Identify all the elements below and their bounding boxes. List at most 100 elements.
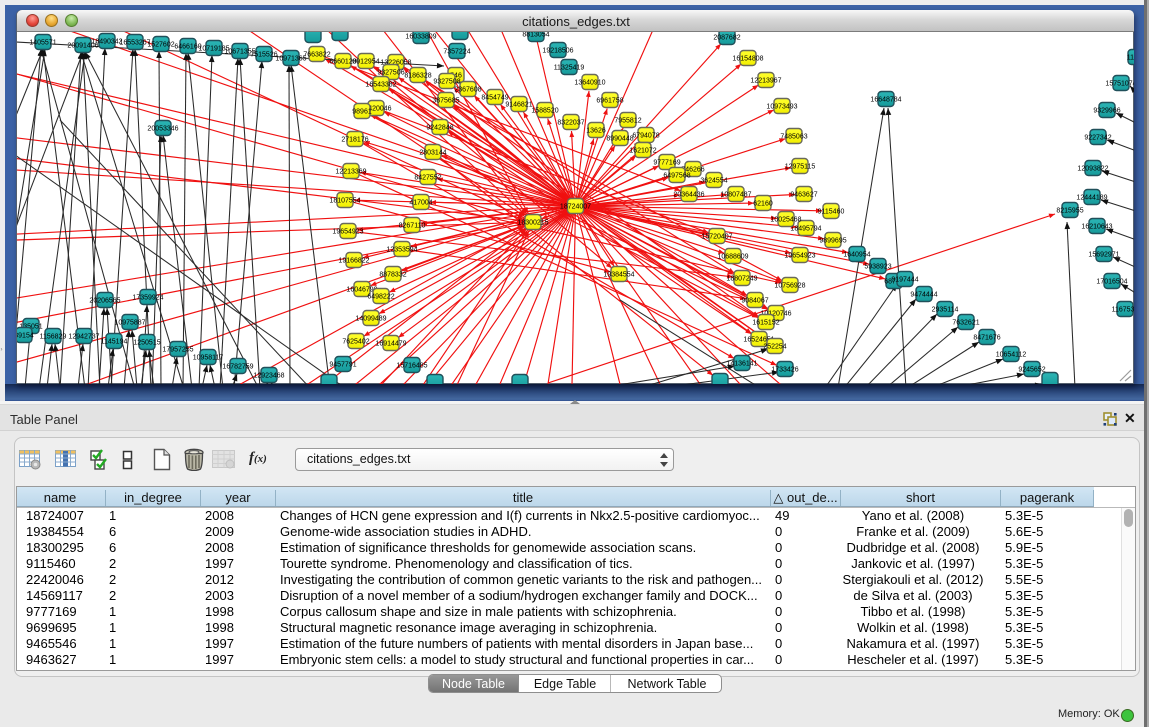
svg-text:1733426: 1733426 <box>771 366 798 373</box>
svg-text:5938923: 5938923 <box>864 263 891 270</box>
svg-text:9115460: 9115460 <box>818 208 845 215</box>
svg-text:19166822: 19166822 <box>338 257 369 264</box>
svg-text:6498222: 6498222 <box>367 293 394 300</box>
svg-text:18807249: 18807249 <box>726 275 757 282</box>
svg-text:1250515: 1250515 <box>133 339 160 346</box>
svg-text:15692971: 15692971 <box>1088 251 1119 258</box>
svg-text:1621072: 1621072 <box>629 147 656 154</box>
svg-text:10756928: 10756928 <box>774 282 805 289</box>
svg-text:1405571: 1405571 <box>29 39 56 46</box>
svg-text:9146821: 9146821 <box>505 101 532 108</box>
svg-text:7663822: 7663822 <box>303 51 330 58</box>
svg-text:16648784: 16648784 <box>870 96 901 103</box>
svg-text:2935114: 2935114 <box>932 306 959 313</box>
svg-text:8186328: 8186328 <box>404 72 431 79</box>
svg-text:62160: 62160 <box>753 200 773 207</box>
svg-text:1640954: 1640954 <box>843 251 870 258</box>
svg-text:8990448: 8990448 <box>606 135 633 142</box>
svg-text:17016504: 17016504 <box>1096 278 1127 285</box>
svg-text:12353594: 12353594 <box>386 246 417 253</box>
svg-text:8813054: 8813054 <box>522 32 549 38</box>
svg-text:9245652: 9245652 <box>1018 366 1045 373</box>
svg-text:16553267: 16553267 <box>119 39 150 46</box>
svg-text:8267110: 8267110 <box>399 222 426 229</box>
svg-text:7955812: 7955812 <box>614 117 641 124</box>
svg-text:10971365: 10971365 <box>275 55 306 62</box>
svg-text:252254: 252254 <box>763 343 786 350</box>
svg-text:19218506: 19218506 <box>542 47 573 54</box>
svg-text:15720407: 15720407 <box>701 233 732 240</box>
svg-text:1588520: 1588520 <box>531 107 558 114</box>
svg-text:39154: 39154 <box>17 332 34 339</box>
svg-text:7515526: 7515526 <box>250 51 277 58</box>
svg-text:9227342: 9227342 <box>1084 134 1111 141</box>
svg-text:9329966: 9329966 <box>1093 107 1120 114</box>
svg-text:14099489: 14099489 <box>355 315 386 322</box>
svg-text:12213369: 12213369 <box>335 168 366 175</box>
svg-text:19654923: 19654923 <box>332 228 363 235</box>
svg-text:13640910: 13640910 <box>574 79 605 86</box>
svg-text:9242848: 9242848 <box>426 124 453 131</box>
svg-text:9197444: 9197444 <box>891 276 918 283</box>
svg-text:1156829: 1156829 <box>40 333 67 340</box>
svg-text:9327508: 9327508 <box>433 78 460 85</box>
svg-text:6497568: 6497568 <box>663 172 690 179</box>
svg-text:9463627: 9463627 <box>790 191 817 198</box>
svg-text:12942737: 12942737 <box>68 333 99 340</box>
svg-text:6961758: 6961758 <box>596 97 623 104</box>
svg-text:13626: 13626 <box>586 127 606 134</box>
svg-text:18724007: 18724007 <box>560 203 591 210</box>
svg-text:9899695: 9899695 <box>819 237 846 244</box>
svg-text:8912954: 8912954 <box>352 58 379 65</box>
svg-text:10958117: 10958117 <box>193 354 224 361</box>
svg-text:12975115: 12975115 <box>785 163 816 170</box>
svg-text:14136141: 14136141 <box>726 360 757 367</box>
svg-text:98961: 98961 <box>352 108 372 115</box>
svg-text:417004: 417004 <box>409 199 432 206</box>
svg-text:19654923: 19654923 <box>784 252 815 259</box>
svg-text:2803144: 2803144 <box>419 149 446 156</box>
svg-text:1527602: 1527602 <box>147 41 174 48</box>
svg-text:19384554: 19384554 <box>603 271 634 278</box>
svg-text:9457791: 9457791 <box>329 361 356 368</box>
svg-text:18490342: 18490342 <box>91 38 122 45</box>
svg-text:11123: 11123 <box>1127 54 1134 61</box>
svg-text:7485063: 7485063 <box>780 133 807 140</box>
svg-text:8427552: 8427552 <box>414 174 441 181</box>
svg-text:17359924: 17359924 <box>132 294 163 301</box>
svg-text:16914479: 16914479 <box>375 340 406 347</box>
svg-text:3624554: 3624554 <box>700 177 727 184</box>
svg-text:12213967: 12213967 <box>750 77 781 84</box>
svg-text:18300215: 18300215 <box>517 219 548 226</box>
svg-text:16210643: 16210643 <box>1081 223 1112 230</box>
svg-text:10807487: 10807487 <box>720 191 751 198</box>
svg-text:9084067: 9084067 <box>741 297 768 304</box>
svg-text:10973493: 10973493 <box>766 103 797 110</box>
svg-text:3875685: 3875685 <box>432 97 459 104</box>
svg-text:2367608: 2367608 <box>454 86 481 93</box>
svg-text:15751074: 15751074 <box>1105 80 1134 87</box>
svg-text:16033809: 16033809 <box>405 33 436 40</box>
svg-text:17957255: 17957255 <box>162 346 193 353</box>
svg-text:10975887: 10975887 <box>114 319 145 326</box>
svg-text:8471676: 8471676 <box>973 334 1000 341</box>
svg-text:7357224: 7357224 <box>443 48 470 55</box>
svg-text:1615152: 1615152 <box>752 319 779 326</box>
svg-text:7625402: 7625402 <box>342 338 369 345</box>
svg-text:11325419: 11325419 <box>554 64 585 71</box>
svg-text:2087682: 2087682 <box>713 34 740 41</box>
svg-text:9327506: 9327506 <box>377 69 404 76</box>
svg-text:8215955: 8215955 <box>1056 207 1083 214</box>
svg-text:18107554: 18107554 <box>329 197 360 204</box>
svg-text:18495794: 18495794 <box>790 225 821 232</box>
svg-text:12093822: 12093822 <box>1077 165 1108 172</box>
svg-text:20364436: 20364436 <box>673 191 704 198</box>
svg-text:8454749: 8454749 <box>481 94 508 101</box>
svg-text:20053346: 20053346 <box>147 125 178 132</box>
svg-text:9474444: 9474444 <box>910 291 937 298</box>
svg-text:6794078: 6794078 <box>632 132 659 139</box>
svg-text:9777169: 9777169 <box>653 159 680 166</box>
svg-text:1167531: 1167531 <box>1112 306 1134 313</box>
svg-text:7632621: 7632621 <box>952 319 979 326</box>
svg-text:10025468: 10025468 <box>770 216 801 223</box>
